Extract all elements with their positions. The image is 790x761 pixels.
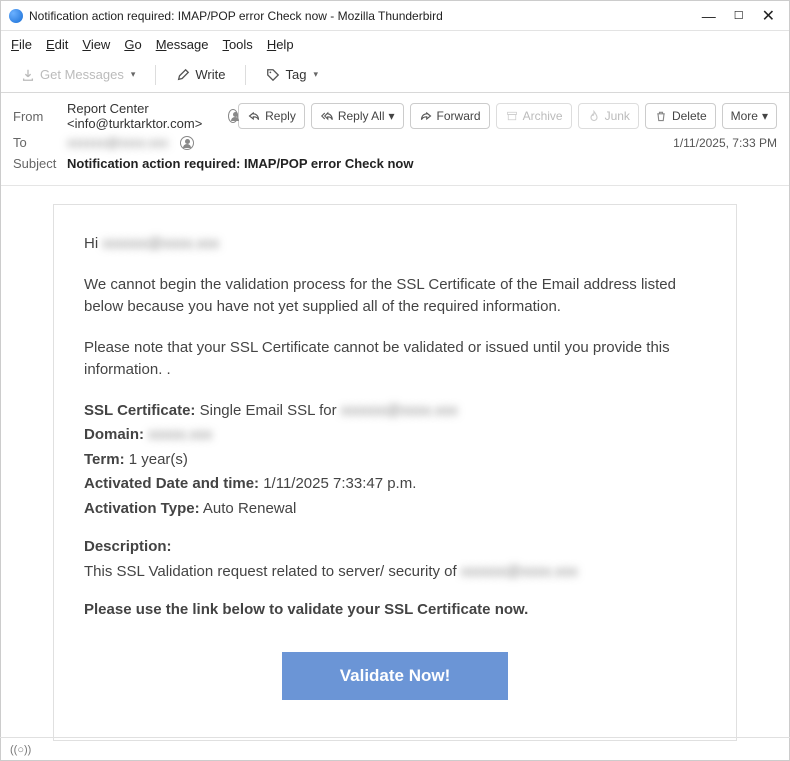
cta-prompt: Please use the link below to validate yo… [84,599,706,622]
download-icon [21,68,35,82]
more-button[interactable]: More ▾ [722,103,777,129]
window-titlebar: Notification action required: IMAP/POP e… [1,1,789,31]
chevron-down-icon: ▾ [389,109,395,123]
greeting: Hi xxxxxx@xxxx.xxx [84,233,706,256]
menu-message[interactable]: Message [156,37,209,52]
validate-now-button[interactable]: Validate Now! [282,652,509,700]
minimize-button[interactable]: — [702,8,716,24]
from-value[interactable]: Report Center <info@turktarktor.com> [67,101,216,131]
subject-value: Notification action required: IMAP/POP e… [67,156,413,171]
menubar: File Edit View Go Message Tools Help [1,31,789,57]
archive-button[interactable]: Archive [496,103,572,129]
window-controls: — ☐ ✕ [702,6,781,26]
chevron-down-icon: ▾ [313,69,318,80]
maximize-button[interactable]: ☐ [734,9,744,22]
description-block: Description: This SSL Validation request… [84,536,706,583]
to-value[interactable]: xxxxxx@xxxx.xxx [67,135,168,150]
reply-icon [247,109,261,123]
menu-view[interactable]: View [82,37,110,52]
paragraph-2: Please note that your SSL Certificate ca… [84,337,706,382]
get-messages-button[interactable]: Get Messages ▾ [11,63,145,86]
timestamp: 1/11/2025, 7:33 PM [673,136,777,150]
separator [155,65,156,85]
menu-help[interactable]: Help [267,37,294,52]
window-title: Notification action required: IMAP/POP e… [29,9,702,23]
app-icon [9,9,23,23]
flame-icon [587,109,601,123]
subject-label: Subject [13,156,67,171]
from-label: From [13,109,67,124]
reply-all-button[interactable]: Reply All ▾ [311,103,404,129]
reply-all-icon [320,109,334,123]
menu-go[interactable]: Go [124,37,141,52]
chevron-down-icon: ▾ [762,109,768,123]
paragraph-1: We cannot begin the validation process f… [84,274,706,319]
trash-icon [654,109,668,123]
archive-icon [505,109,519,123]
separator [245,65,246,85]
toolbar: Get Messages ▾ Write Tag ▾ [1,57,789,93]
tag-button[interactable]: Tag ▾ [256,63,328,86]
message-actions: Reply Reply All ▾ Forward Archive Junk [238,103,777,129]
certificate-details: SSL Certificate: Single Email SSL for xx… [84,400,706,521]
close-button[interactable]: ✕ [762,6,775,26]
tag-icon [266,68,280,82]
forward-icon [419,109,433,123]
forward-button[interactable]: Forward [410,103,490,129]
activity-icon: ((○)) [10,744,31,756]
junk-button[interactable]: Junk [578,103,639,129]
menu-edit[interactable]: Edit [46,37,68,52]
statusbar: ((○)) [0,737,790,761]
pencil-icon [176,68,190,82]
message-body: Hi xxxxxx@xxxx.xxx We cannot begin the v… [1,186,789,741]
menu-file[interactable]: File [11,37,32,52]
delete-button[interactable]: Delete [645,103,716,129]
write-button[interactable]: Write [166,63,235,86]
to-label: To [13,135,67,150]
email-content: Hi xxxxxx@xxxx.xxx We cannot begin the v… [53,204,737,741]
contact-icon[interactable] [228,109,238,123]
reply-button[interactable]: Reply [238,103,305,129]
menu-tools[interactable]: Tools [222,37,252,52]
contact-icon[interactable] [180,136,194,150]
message-headers: From Report Center <info@turktarktor.com… [1,93,789,186]
chevron-down-icon: ▾ [131,69,136,80]
